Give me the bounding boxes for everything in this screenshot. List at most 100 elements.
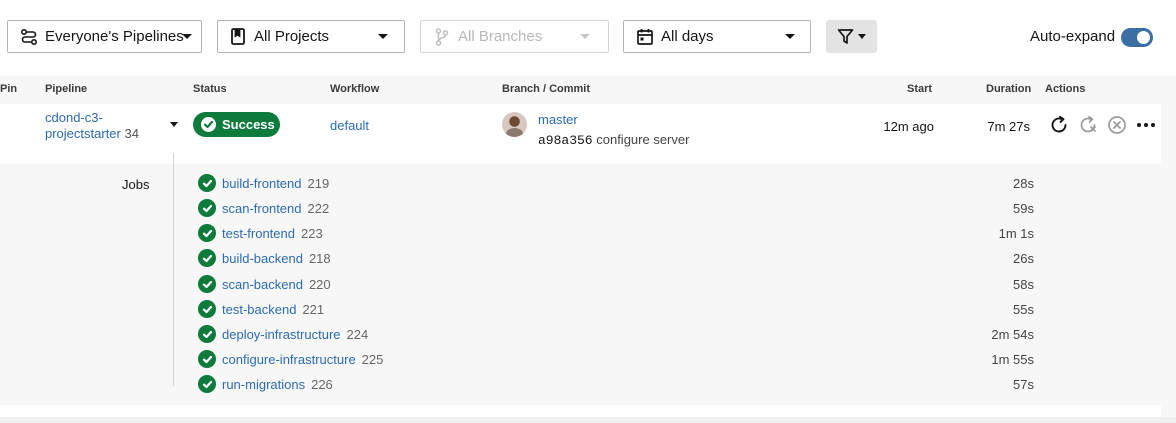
success-check-icon xyxy=(198,350,216,368)
col-duration: Duration xyxy=(986,83,1032,95)
start-time: 12m ago xyxy=(883,119,934,134)
job-duration: 1m 55s xyxy=(991,352,1034,367)
job-row[interactable]: scan-frontend 222 59s xyxy=(196,198,1034,218)
job-row[interactable]: deploy-infrastructure 224 2m 54s xyxy=(196,324,1034,344)
projects-label: All Projects xyxy=(254,28,330,45)
pipelines-scope-dropdown[interactable]: Everyone's Pipelines xyxy=(7,20,202,53)
branch-icon xyxy=(435,27,449,46)
workflow-link[interactable]: default xyxy=(330,118,369,133)
chevron-down-icon xyxy=(785,34,795,39)
job-row[interactable]: run-migrations 226 57s xyxy=(196,374,1034,394)
pipeline-name-cell: cdond-c3-projectstarter 34 xyxy=(45,110,165,142)
row-divider xyxy=(0,417,1176,423)
calendar-icon xyxy=(637,28,653,45)
chevron-down-icon xyxy=(181,34,192,39)
job-name-link[interactable]: deploy-infrastructure xyxy=(222,327,341,342)
avatar xyxy=(502,112,527,137)
job-row[interactable]: configure-infrastructure 225 1m 55s xyxy=(196,349,1034,369)
job-number: 226 xyxy=(311,377,333,392)
job-number: 225 xyxy=(361,352,384,367)
job-duration: 1m 1s xyxy=(998,226,1034,241)
pipelines-scope-label: Everyone's Pipelines xyxy=(45,28,184,45)
rerun-failed-icon[interactable] xyxy=(1078,115,1098,135)
commit-info[interactable]: a98a356 configure server xyxy=(538,132,689,148)
filter-bar: Everyone's Pipelines All Projects All Br… xyxy=(0,0,1176,76)
success-check-icon xyxy=(198,375,216,393)
job-number: 221 xyxy=(302,302,325,317)
job-name-link[interactable]: test-backend xyxy=(222,302,296,317)
job-number: 223 xyxy=(301,226,323,241)
success-check-icon xyxy=(198,174,216,192)
job-duration: 58s xyxy=(1013,277,1034,292)
success-check-icon xyxy=(198,275,216,293)
days-dropdown[interactable]: All days xyxy=(623,20,811,53)
job-row[interactable]: build-backend 218 26s xyxy=(196,248,1034,268)
job-duration: 2m 54s xyxy=(991,327,1034,342)
col-status: Status xyxy=(193,83,227,95)
pipeline-name-link[interactable]: cdond-c3-projectstarter xyxy=(45,110,121,141)
col-branch-commit: Branch / Commit xyxy=(502,83,591,95)
success-check-icon xyxy=(198,224,216,242)
success-check-icon xyxy=(198,300,216,318)
success-check-icon xyxy=(201,117,216,132)
auto-expand-toggle[interactable] xyxy=(1121,28,1153,47)
success-check-icon xyxy=(198,249,216,267)
col-actions: Actions xyxy=(1045,83,1086,95)
job-row[interactable]: test-backend 221 55s xyxy=(196,299,1034,319)
job-number: 224 xyxy=(346,327,369,342)
project-icon xyxy=(231,28,245,45)
expand-caret-icon[interactable] xyxy=(170,122,178,127)
job-name-link[interactable]: scan-frontend xyxy=(222,201,302,216)
branch-link[interactable]: master xyxy=(538,112,578,127)
job-number: 218 xyxy=(308,251,331,266)
job-number: 219 xyxy=(307,176,330,191)
col-start: Start xyxy=(907,83,933,95)
auto-expand-label: Auto-expand xyxy=(1030,28,1116,45)
commit-message: configure server xyxy=(596,132,690,147)
job-duration: 28s xyxy=(1013,176,1034,191)
cancel-icon[interactable] xyxy=(1107,115,1127,135)
rerun-icon[interactable] xyxy=(1049,115,1069,135)
job-duration: 59s xyxy=(1013,201,1034,216)
toggle-knob xyxy=(1137,31,1150,44)
jobs-tree-line xyxy=(173,153,174,386)
days-label: All days xyxy=(661,28,714,45)
status-badge[interactable]: Success xyxy=(193,112,280,137)
jobs-label: Jobs xyxy=(122,177,150,192)
chevron-down-icon xyxy=(858,34,866,39)
job-row[interactable]: test-frontend 223 1m 1s xyxy=(196,223,1034,243)
success-check-icon xyxy=(198,325,216,343)
commit-sha: a98a356 xyxy=(538,133,593,148)
branches-dropdown[interactable]: All Branches xyxy=(420,20,609,53)
branches-label: All Branches xyxy=(458,28,543,45)
chevron-down-icon xyxy=(580,34,590,39)
job-duration: 26s xyxy=(1013,251,1034,266)
scrollbar-track[interactable] xyxy=(1161,76,1176,417)
job-number: 222 xyxy=(307,201,330,216)
job-duration: 55s xyxy=(1013,302,1034,317)
job-duration: 57s xyxy=(1013,377,1034,392)
actions-group xyxy=(1049,115,1156,135)
job-name-link[interactable]: test-frontend xyxy=(222,226,295,241)
success-check-icon xyxy=(198,199,216,217)
job-name-link[interactable]: build-backend xyxy=(222,251,303,266)
job-name-link[interactable]: run-migrations xyxy=(222,377,305,392)
pipelines-icon xyxy=(20,28,38,46)
projects-dropdown[interactable]: All Projects xyxy=(217,20,405,53)
job-name-link[interactable]: configure-infrastructure xyxy=(222,352,356,367)
filter-button[interactable] xyxy=(826,20,877,53)
job-row[interactable]: build-frontend 219 28s xyxy=(196,173,1034,193)
job-name-link[interactable]: scan-backend xyxy=(222,277,303,292)
filter-icon xyxy=(837,28,854,45)
chevron-down-icon xyxy=(378,34,388,39)
pipeline-duration: 7m 27s xyxy=(987,119,1030,134)
job-number: 220 xyxy=(308,277,331,292)
job-name-link[interactable]: build-frontend xyxy=(222,176,302,191)
status-label: Success xyxy=(222,117,275,132)
table-header: Pin Pipeline Status Workflow Branch / Co… xyxy=(0,76,1176,104)
col-workflow: Workflow xyxy=(330,83,380,95)
job-row[interactable]: scan-backend 220 58s xyxy=(196,274,1034,294)
more-icon[interactable] xyxy=(1136,115,1156,135)
col-pipeline: Pipeline xyxy=(45,83,88,95)
pipeline-number: 34 xyxy=(124,126,139,141)
